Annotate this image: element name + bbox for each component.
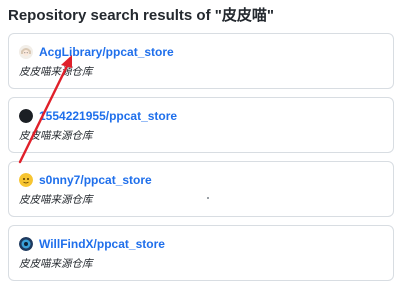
repo-row: AcgLibrary/ppcat_store [19, 43, 383, 61]
blue-circle-avatar-icon [19, 237, 33, 251]
result-card[interactable]: s0nny7/ppcat_store 皮皮喵来源仓库 [8, 161, 394, 217]
repo-link[interactable]: AcgLibrary/ppcat_store [39, 45, 174, 59]
repo-description: 皮皮喵来源仓库 [19, 194, 93, 206]
repo-row: 1554221955/ppcat_store [19, 107, 383, 125]
repo-row: s0nny7/ppcat_store [19, 171, 383, 189]
crescent-moon-avatar-icon [19, 109, 33, 123]
yellow-emoji-avatar-icon [19, 173, 33, 187]
repo-link[interactable]: s0nny7/ppcat_store [39, 173, 152, 187]
result-card[interactable]: AcgLibrary/ppcat_store 皮皮喵来源仓库 [8, 33, 394, 89]
repo-description: 皮皮喵来源仓库 [19, 258, 93, 270]
repo-description: 皮皮喵来源仓库 [19, 130, 93, 142]
result-card[interactable]: 1554221955/ppcat_store 皮皮喵来源仓库 [8, 97, 394, 153]
repo-link[interactable]: 1554221955/ppcat_store [39, 109, 177, 123]
anime-girl-avatar-icon [19, 45, 33, 59]
repo-row: WillFindX/ppcat_store [19, 235, 383, 253]
repo-link[interactable]: WillFindX/ppcat_store [39, 237, 165, 251]
repo-description: 皮皮喵来源仓库 [19, 66, 93, 78]
results-list: AcgLibrary/ppcat_store 皮皮喵来源仓库 155422195… [8, 33, 394, 289]
page-title: Repository search results of "皮皮喵" [8, 7, 274, 24]
result-card[interactable]: WillFindX/ppcat_store 皮皮喵来源仓库 [8, 225, 394, 281]
stray-dot [207, 197, 209, 199]
